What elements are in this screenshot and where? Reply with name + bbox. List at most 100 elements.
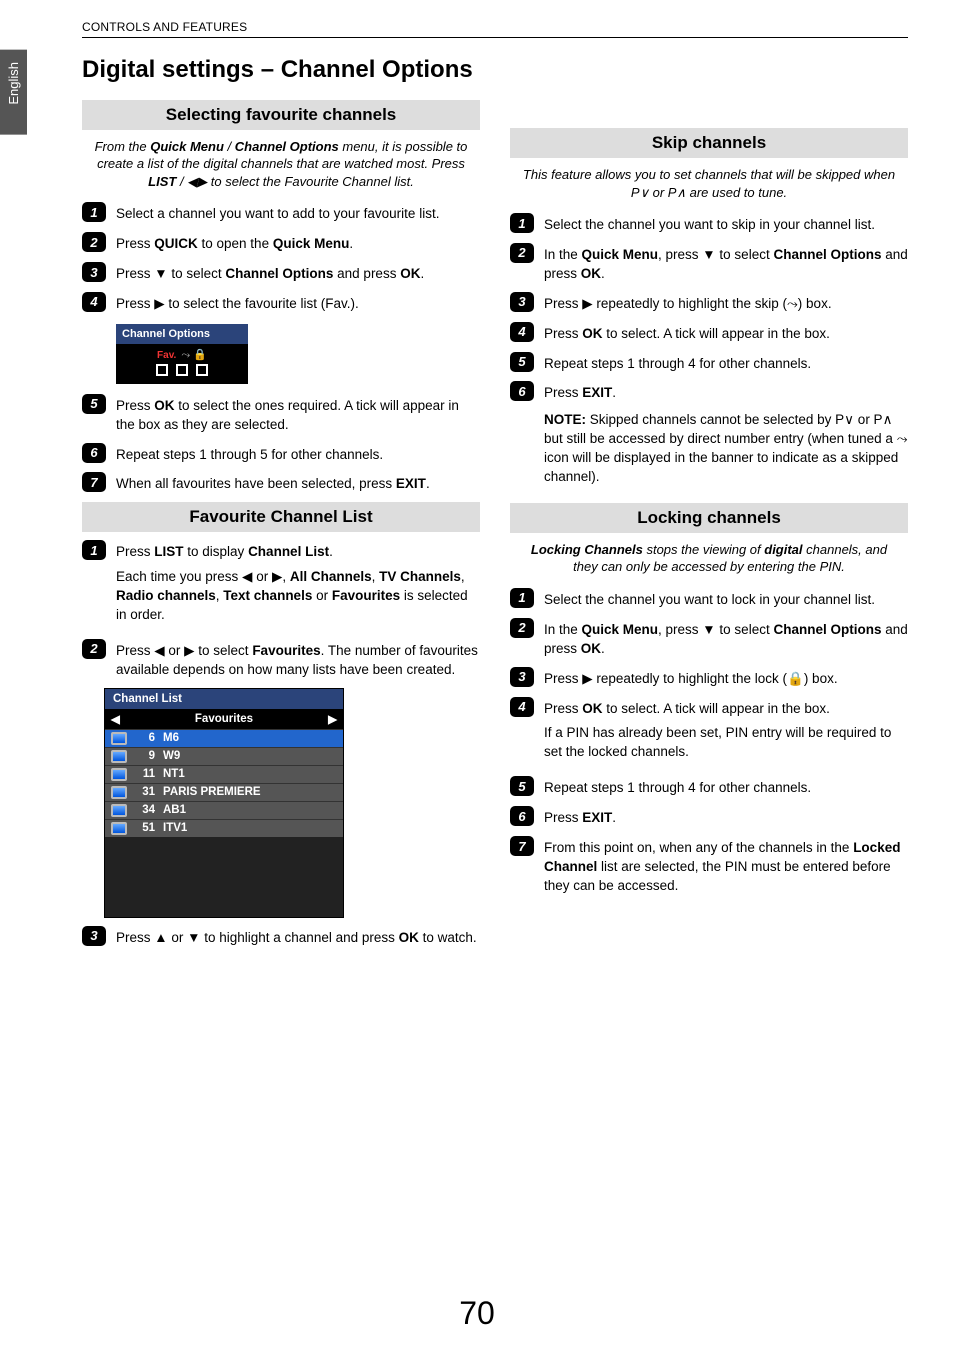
tv-icon	[111, 786, 127, 799]
step: 4 Press ▶ to select the favourite list (…	[82, 292, 480, 314]
section-title: Selecting favourite channels	[82, 100, 480, 130]
list-item: 6 M6	[105, 729, 343, 747]
step-number-icon: 3	[82, 262, 106, 282]
step-text: When all favourites have been selected, …	[116, 472, 480, 494]
section-title: Favourite Channel List	[82, 502, 480, 532]
step-text: Press ▶ repeatedly to highlight the skip…	[544, 292, 908, 314]
step-number-icon: 7	[82, 472, 106, 492]
checkbox-icon	[196, 364, 208, 376]
step-number-icon: 4	[510, 697, 534, 717]
list-item: 9 W9	[105, 747, 343, 765]
step: 2 In the Quick Menu, press ▼ to select C…	[510, 243, 908, 284]
step: 5 Repeat steps 1 through 4 for other cha…	[510, 352, 908, 374]
tv-icon	[111, 804, 127, 817]
section-header: CONTROLS AND FEATURES	[82, 20, 908, 38]
left-column: Digital settings – Channel Options Selec…	[82, 56, 480, 956]
step-text: Press ▼ to select Channel Options and pr…	[116, 262, 480, 284]
step: 4 Press OK to select. A tick will appear…	[510, 322, 908, 344]
channel-list-box: Channel List ◀ Favourites ▶ 6 M6 9 W9 11 NT…	[104, 688, 344, 918]
language-tab: English	[0, 50, 27, 135]
channel-list-title: Channel List	[105, 689, 343, 709]
step-text: Press QUICK to open the Quick Menu.	[116, 232, 480, 254]
step-text: Select the channel you want to skip in y…	[544, 213, 908, 235]
step-text: Press OK to select the ones required. A …	[116, 394, 480, 435]
list-item: 34 AB1	[105, 801, 343, 819]
ch-name: M6	[163, 732, 179, 744]
channel-list-subtitle: Favourites	[120, 713, 328, 725]
step-number-icon: 1	[82, 202, 106, 222]
ch-num: 11	[135, 768, 155, 780]
text: / ◀▶ to select the Favourite Channel lis…	[176, 174, 414, 189]
step-number-icon: 5	[510, 776, 534, 796]
step: 6 Repeat steps 1 through 5 for other cha…	[82, 443, 480, 465]
section-title: Skip channels	[510, 128, 908, 158]
ch-num: 6	[135, 732, 155, 744]
step-number-icon: 4	[82, 292, 106, 312]
list-item: 11 NT1	[105, 765, 343, 783]
step-text: Repeat steps 1 through 5 for other chann…	[116, 443, 480, 465]
step: 7 When all favourites have been selected…	[82, 472, 480, 494]
step-number-icon: 5	[510, 352, 534, 372]
step: 3 Press ▶ repeatedly to highlight the lo…	[510, 667, 908, 689]
step-text: Repeat steps 1 through 4 for other chann…	[544, 352, 908, 374]
step-text: Repeat steps 1 through 4 for other chann…	[544, 776, 908, 798]
step: 6 Press EXIT.	[510, 806, 908, 828]
channel-options-box: Channel Options Fav. ⤳ 🔒	[116, 324, 248, 384]
step-number-icon: 3	[510, 292, 534, 312]
tv-icon	[111, 768, 127, 781]
step-number-icon: 3	[82, 926, 106, 946]
chevron-left-icon: ◀	[111, 712, 120, 726]
step: 1 Select the channel you want to lock in…	[510, 588, 908, 610]
blank-area	[105, 837, 343, 917]
step: 2 In the Quick Menu, press ▼ to select C…	[510, 618, 908, 659]
step-text: Press ▲ or ▼ to highlight a channel and …	[116, 926, 480, 948]
ch-name: W9	[163, 750, 180, 762]
main-title: Digital settings – Channel Options	[82, 56, 480, 84]
step-text: Press LIST to display Channel List. Each…	[116, 540, 480, 631]
step-number-icon: 1	[82, 540, 106, 560]
step-number-icon: 2	[82, 232, 106, 252]
step: 2 Press ◀ or ▶ to select Favourites. The…	[82, 639, 480, 680]
lock-icon: 🔒	[193, 349, 207, 361]
checkbox-icon	[176, 364, 188, 376]
intro-text: This feature allows you to set channels …	[518, 166, 900, 201]
ch-num: 9	[135, 750, 155, 762]
ch-name: NT1	[163, 768, 185, 780]
step-number-icon: 6	[82, 443, 106, 463]
step: 6 Press EXIT.	[510, 381, 908, 403]
step-text: In the Quick Menu, press ▼ to select Cha…	[544, 243, 908, 284]
step: 5 Repeat steps 1 through 4 for other cha…	[510, 776, 908, 798]
step-number-icon: 2	[510, 243, 534, 263]
step-text: Press ▶ repeatedly to highlight the lock…	[544, 667, 908, 689]
step-text: Select the channel you want to lock in y…	[544, 588, 908, 610]
step-text: Press ◀ or ▶ to select Favourites. The n…	[116, 639, 480, 680]
step-number-icon: 1	[510, 213, 534, 233]
intro-text: From the Quick Menu / Channel Options me…	[90, 138, 472, 191]
step-text: In the Quick Menu, press ▼ to select Cha…	[544, 618, 908, 659]
step-text: Press EXIT.	[544, 806, 908, 828]
step-text: Press OK to select. A tick will appear i…	[544, 322, 908, 344]
fav-label: Fav.	[157, 350, 176, 361]
ch-num: 31	[135, 786, 155, 798]
intro-text: Locking Channels stops the viewing of di…	[518, 541, 900, 576]
section-title: Locking channels	[510, 503, 908, 533]
step-number-icon: 6	[510, 806, 534, 826]
step-text: Press OK to select. A tick will appear i…	[544, 697, 908, 769]
ch-num: 51	[135, 822, 155, 834]
step: 3 Press ▼ to select Channel Options and …	[82, 262, 480, 284]
ch-name: AB1	[163, 804, 186, 816]
step-number-icon: 2	[510, 618, 534, 638]
step: 5 Press OK to select the ones required. …	[82, 394, 480, 435]
step-number-icon: 3	[510, 667, 534, 687]
tv-icon	[111, 750, 127, 763]
step-text: Press EXIT.	[544, 381, 908, 403]
list-item: 51 ITV1	[105, 819, 343, 837]
step: 1 Select the channel you want to skip in…	[510, 213, 908, 235]
chevron-right-icon: ▶	[328, 712, 337, 726]
step-text: From this point on, when any of the chan…	[544, 836, 908, 896]
ch-name: ITV1	[163, 822, 187, 834]
ch-num: 34	[135, 804, 155, 816]
tv-icon	[111, 732, 127, 745]
channel-options-title: Channel Options	[116, 324, 248, 344]
step-number-icon: 6	[510, 381, 534, 401]
